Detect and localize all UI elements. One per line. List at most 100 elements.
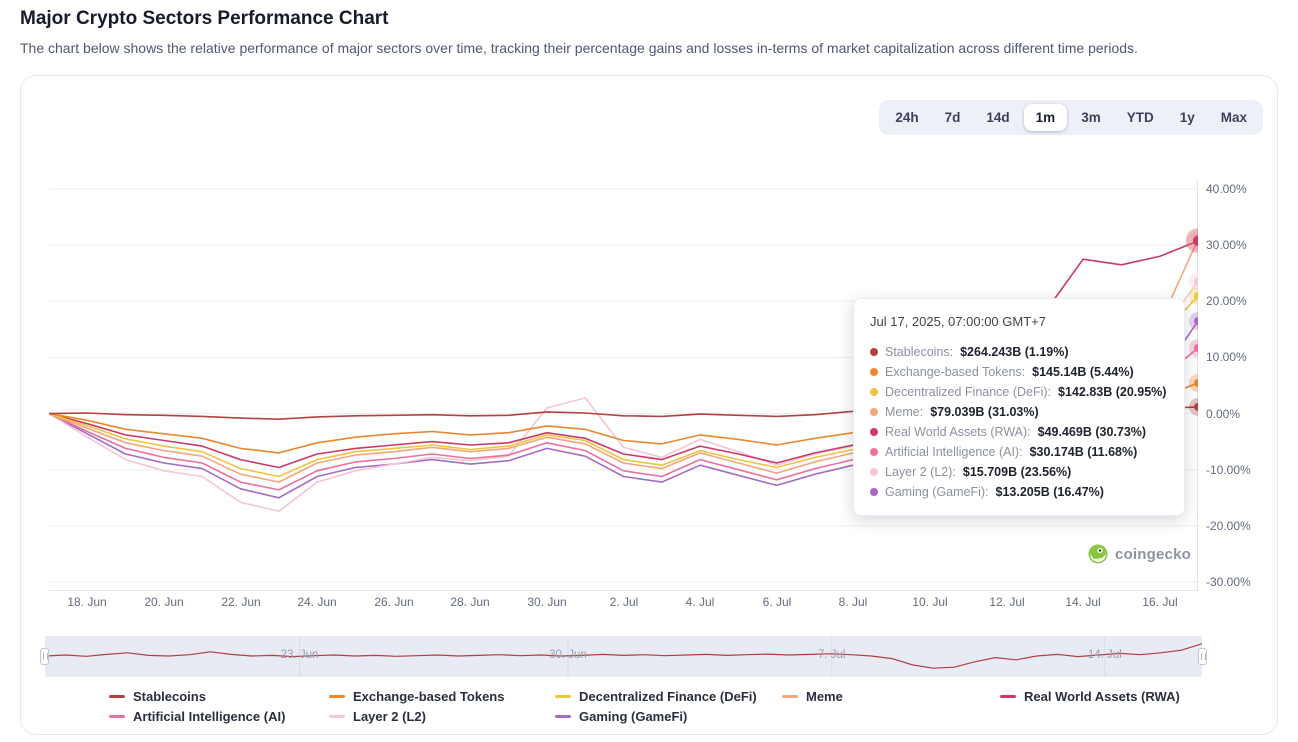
tooltip-row: Artificial Intelligence (AI)$30.174B (11… [870, 442, 1168, 462]
legend-label: Layer 2 (L2) [353, 709, 426, 724]
tooltip-row: Gaming (GameFi) $13.205B (16.47%) [870, 482, 1168, 502]
chart-card: 24h7d14d1m3mYTD1yMax 40.00% 30.00% 20.00% 1… [20, 75, 1278, 735]
tooltip-series-value: $49.469B (30.73%) [1038, 422, 1146, 442]
range-button-3m[interactable]: 3m [1069, 104, 1113, 131]
x-tick-label: 18. Jun [67, 595, 106, 609]
legend-marker-icon [329, 715, 345, 718]
tooltip-row: Exchange-based Tokens $145.14B (5.44%) [870, 362, 1168, 382]
x-tick-label: 20. Jun [144, 595, 183, 609]
legend-marker-icon [1000, 695, 1016, 698]
series-dot-icon [870, 468, 878, 476]
x-tick-label: 22. Jun [221, 595, 260, 609]
x-tick-label: 26. Jun [374, 595, 413, 609]
range-button-7d[interactable]: 7d [933, 104, 973, 131]
range-button-1m[interactable]: 1m [1024, 104, 1068, 131]
legend-item-layer-2-l2[interactable]: Layer 2 (L2) [329, 708, 555, 725]
x-axis: 18. Jun20. Jun22. Jun24. Jun26. Jun28. J… [49, 595, 1198, 611]
legend-label: Stablecoins [133, 689, 206, 704]
legend-item-exchange-based-tokens[interactable]: Exchange-based Tokens [329, 688, 555, 705]
coingecko-watermark[interactable]: coingecko [1088, 544, 1191, 564]
watermark-label: coingecko [1115, 546, 1191, 563]
tooltip-series-label: Gaming (GameFi) [885, 482, 989, 502]
series-dot-icon [870, 488, 878, 496]
legend-marker-icon [329, 695, 345, 698]
series-dot-icon [870, 408, 878, 416]
series-dot-icon [870, 348, 878, 356]
x-tick-label: 16. Jul [1142, 595, 1177, 609]
legend-marker-icon [555, 715, 571, 718]
range-button-Max[interactable]: Max [1209, 104, 1259, 131]
page-subtitle: The chart below shows the relative perfo… [20, 40, 1138, 56]
legend-label: Artificial Intelligence (AI) [133, 709, 285, 724]
legend-item-artificial-intelligence-ai[interactable]: Artificial Intelligence (AI) [109, 708, 329, 725]
legend-marker-icon [555, 695, 571, 698]
tooltip-row: Meme$79.039B (31.03%) [870, 402, 1168, 422]
tooltip-series-value: $264.243B (1.19%) [960, 342, 1068, 362]
y-axis: 40.00%30.00%20.00%10.00%0.00%-10.00%-20.… [1206, 181, 1276, 591]
x-tick-label: 12. Jul [989, 595, 1024, 609]
tooltip-row: Decentralized Finance (DeFi)$142.83B (20… [870, 382, 1168, 402]
tooltip-series-label: Stablecoins [885, 342, 953, 362]
tooltip-series-label: Real World Assets (RWA) [885, 422, 1031, 442]
legend-item-gaming-gamefi[interactable]: Gaming (GameFi) [555, 708, 782, 725]
navigator-label: 30. Jun [549, 649, 587, 661]
range-button-14d[interactable]: 14d [974, 104, 1021, 131]
legend-label: Exchange-based Tokens [353, 689, 504, 704]
legend-item-real-world-assets-rwa[interactable]: Real World Assets (RWA) [1000, 688, 1180, 705]
coingecko-logo-icon [1088, 544, 1108, 564]
page-title: Major Crypto Sectors Performance Chart [20, 8, 389, 30]
series-dot-icon [870, 448, 878, 456]
y-tick-label: -20.00% [1206, 519, 1251, 533]
tooltip-rows: Stablecoins $264.243B (1.19%)Exchange-bas… [870, 342, 1168, 502]
legend-marker-icon [109, 715, 125, 718]
x-tick-label: 10. Jul [912, 595, 947, 609]
chart-tooltip: Jul 17, 2025, 07:00:00 GMT+7 Stablecoins… [853, 298, 1185, 516]
navigator-label: 7. Jul [818, 649, 846, 661]
series-dot-icon [870, 388, 878, 396]
x-tick-label: 30. Jun [527, 595, 566, 609]
x-tick-label: 28. Jun [450, 595, 489, 609]
range-button-1y[interactable]: 1y [1168, 104, 1207, 131]
y-tick-label: -10.00% [1206, 463, 1251, 477]
y-tick-label: 20.00% [1206, 294, 1247, 308]
legend-item-stablecoins[interactable]: Stablecoins [109, 688, 329, 705]
range-selector: 24h7d14d1m3mYTD1yMax [879, 100, 1263, 135]
legend: Stablecoins Exchange-based Tokens Decentra… [109, 688, 1180, 725]
tooltip-series-value: $15.709B (23.56%) [963, 462, 1071, 482]
y-tick-label: 0.00% [1206, 407, 1240, 421]
tooltip-series-label: Layer 2 (L2) [885, 462, 956, 482]
navigator-svg[interactable] [45, 636, 1202, 677]
tooltip-series-value: $30.174B (11.68%) [1030, 442, 1138, 462]
x-tick-label: 8. Jul [839, 595, 868, 609]
legend-item-decentralized-finance-defi[interactable]: Decentralized Finance (DeFi) [555, 688, 782, 705]
tooltip-series-value: $79.039B (31.03%) [930, 402, 1038, 422]
tooltip-series-label: Exchange-based Tokens [885, 362, 1025, 382]
y-tick-label: -30.00% [1206, 575, 1251, 589]
series-dot-icon [870, 428, 878, 436]
tooltip-series-value: $13.205B (16.47%) [996, 482, 1104, 502]
legend-marker-icon [109, 695, 125, 698]
tooltip-row: Layer 2 (L2) $15.709B (23.56%) [870, 462, 1168, 482]
x-tick-label: 6. Jul [763, 595, 792, 609]
y-tick-label: 40.00% [1206, 182, 1247, 196]
legend-label: Meme [806, 689, 843, 704]
x-tick-label: 2. Jul [610, 595, 639, 609]
navigator-handle-left[interactable] [40, 648, 49, 665]
navigator-label: 23. Jun [281, 649, 319, 661]
tooltip-row: Real World Assets (RWA) $49.469B (30.73%) [870, 422, 1168, 442]
x-tick-label: 4. Jul [686, 595, 715, 609]
navigator-handle-right[interactable] [1198, 648, 1207, 665]
series-dot-icon [870, 368, 878, 376]
legend-label: Decentralized Finance (DeFi) [579, 689, 757, 704]
legend-label: Gaming (GameFi) [579, 709, 687, 724]
y-tick-label: 30.00% [1206, 238, 1247, 252]
navigator[interactable]: 23. Jun 30. Jun 7. Jul 14. Jul [45, 636, 1202, 677]
tooltip-row: Stablecoins $264.243B (1.19%) [870, 342, 1168, 362]
navigator-label: 14. Jul [1088, 649, 1122, 661]
tooltip-series-value: $142.83B (20.95%) [1058, 382, 1166, 402]
legend-item-meme[interactable]: Meme [782, 688, 1000, 705]
legend-marker-icon [782, 695, 798, 698]
tooltip-series-value: $145.14B (5.44%) [1032, 362, 1133, 382]
range-button-24h[interactable]: 24h [883, 104, 930, 131]
range-button-YTD[interactable]: YTD [1115, 104, 1166, 131]
